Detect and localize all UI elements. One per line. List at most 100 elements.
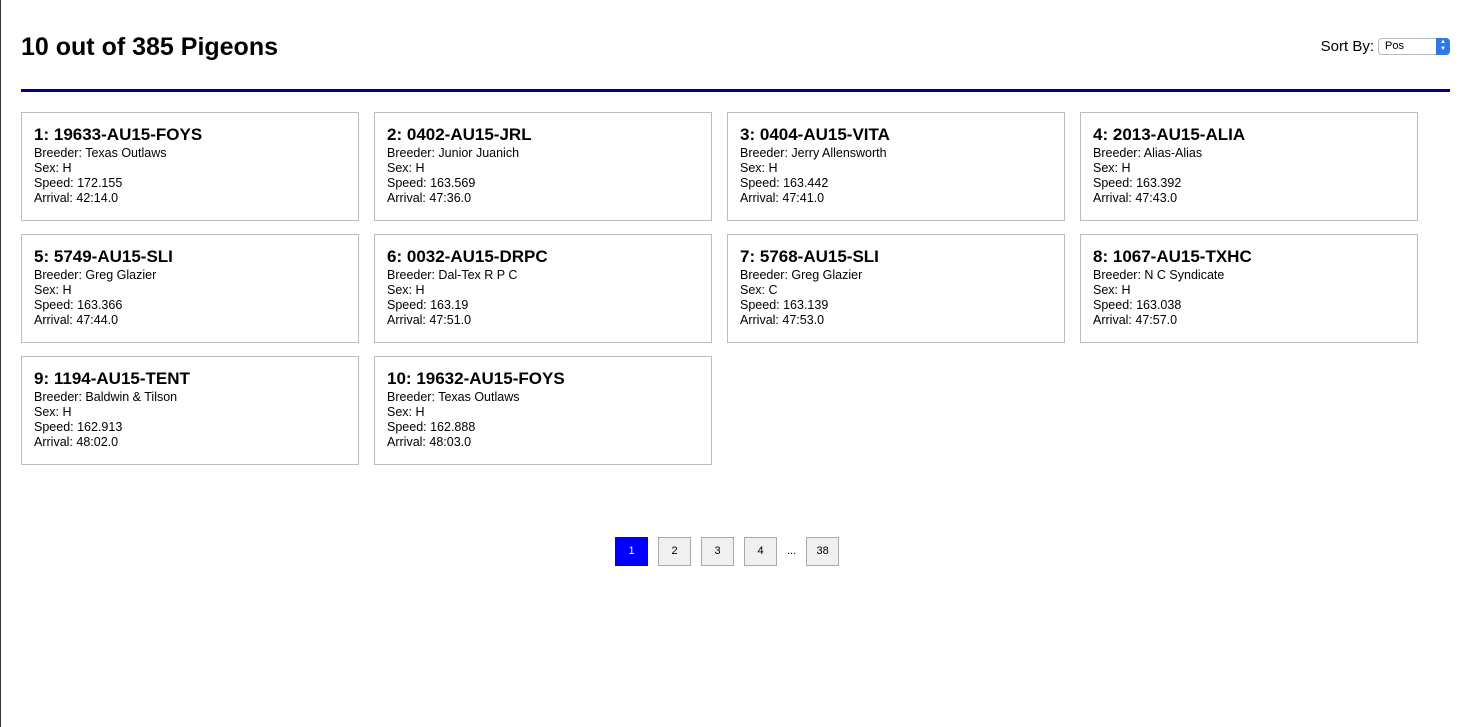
speed-value: 172.155 bbox=[77, 176, 123, 190]
arrival-line: Arrival: 47:44.0 bbox=[34, 313, 346, 328]
arrival-value: 48:03.0 bbox=[429, 435, 472, 449]
breeder-line: Breeder: Greg Glazier bbox=[740, 268, 1052, 283]
page-button-4[interactable]: 4 bbox=[744, 537, 777, 566]
sex-label: Sex: bbox=[740, 161, 769, 175]
sex-line: Sex: H bbox=[34, 405, 346, 420]
pigeon-card[interactable]: 10: 19632-AU15-FOYS Breeder: Texas Outlaw… bbox=[374, 356, 712, 465]
sex-value: C bbox=[768, 283, 778, 297]
title-separator: : bbox=[396, 247, 407, 266]
page-button-1[interactable]: 1 bbox=[615, 537, 648, 566]
sex-line: Sex: H bbox=[34, 161, 346, 176]
speed-line: Speed: 163.442 bbox=[740, 176, 1052, 191]
pigeon-card[interactable]: 5: 5749-AU15-SLI Breeder: Greg Glazier Sex… bbox=[21, 234, 359, 343]
pigeon-card[interactable]: 1: 19633-AU15-FOYS Breeder: Texas Outlaws… bbox=[21, 112, 359, 221]
sex-value: H bbox=[768, 161, 778, 175]
pigeon-band: 19633-AU15-FOYS bbox=[53, 125, 203, 144]
pigeon-band: 1067-AU15-TXHC bbox=[1112, 247, 1252, 266]
pigeon-title: 4: 2013-AU15-ALIA bbox=[1093, 125, 1405, 145]
sort-select[interactable]: Pos ▲ ▼ bbox=[1378, 38, 1450, 55]
sex-line: Sex: H bbox=[387, 161, 699, 176]
breeder-value: Junior Juanich bbox=[438, 146, 520, 160]
sex-label: Sex: bbox=[1093, 161, 1122, 175]
speed-value: 163.442 bbox=[783, 176, 829, 190]
sex-line: Sex: H bbox=[740, 161, 1052, 176]
breeder-value: Dal-Tex R P C bbox=[438, 268, 518, 282]
breeder-label: Breeder: bbox=[740, 146, 792, 160]
speed-value: 162.888 bbox=[430, 420, 476, 434]
title-separator: : bbox=[749, 125, 760, 144]
pigeon-title: 9: 1194-AU15-TENT bbox=[34, 369, 346, 389]
pigeon-band: 5749-AU15-SLI bbox=[53, 247, 173, 266]
breeder-line: Breeder: Alias-Alias bbox=[1093, 146, 1405, 161]
pigeon-card[interactable]: 4: 2013-AU15-ALIA Breeder: Alias-Alias Sex… bbox=[1080, 112, 1418, 221]
breeder-value: Jerry Allensworth bbox=[791, 146, 887, 160]
arrival-label: Arrival: bbox=[387, 313, 430, 327]
pagination: 1 2 3 4... 38 bbox=[615, 537, 849, 566]
pigeon-title: 10: 19632-AU15-FOYS bbox=[387, 369, 699, 389]
select-arrows-icon: ▲ ▼ bbox=[1436, 38, 1450, 55]
sex-label: Sex: bbox=[740, 283, 769, 297]
breeder-label: Breeder: bbox=[740, 268, 792, 282]
breeder-label: Breeder: bbox=[387, 390, 439, 404]
arrival-line: Arrival: 47:57.0 bbox=[1093, 313, 1405, 328]
arrival-value: 47:43.0 bbox=[1135, 191, 1178, 205]
speed-label: Speed: bbox=[34, 176, 78, 190]
sex-label: Sex: bbox=[34, 161, 63, 175]
page-button-3[interactable]: 3 bbox=[701, 537, 734, 566]
speed-label: Speed: bbox=[1093, 298, 1137, 312]
pigeon-card[interactable]: 9: 1194-AU15-TENT Breeder: Baldwin & Tils… bbox=[21, 356, 359, 465]
arrival-value: 47:53.0 bbox=[782, 313, 825, 327]
page-button-last[interactable]: 38 bbox=[806, 537, 840, 566]
sex-label: Sex: bbox=[34, 405, 63, 419]
arrival-value: 48:02.0 bbox=[76, 435, 119, 449]
pigeon-band: 19632-AU15-FOYS bbox=[416, 369, 565, 388]
arrival-label: Arrival: bbox=[387, 435, 430, 449]
speed-value: 163.19 bbox=[430, 298, 469, 312]
sex-value: H bbox=[415, 405, 425, 419]
pigeon-title: 3: 0404-AU15-VITA bbox=[740, 125, 1052, 145]
sort-control: Sort By: Pos ▲ ▼ bbox=[1321, 38, 1450, 55]
speed-line: Speed: 163.392 bbox=[1093, 176, 1405, 191]
breeder-line: Breeder: Texas Outlaws bbox=[34, 146, 346, 161]
pigeon-card[interactable]: 3: 0404-AU15-VITA Breeder: Jerry Allenswo… bbox=[727, 112, 1065, 221]
pigeon-card[interactable]: 6: 0032-AU15-DRPC Breeder: Dal-Tex R P CS… bbox=[374, 234, 712, 343]
sex-line: Sex: H bbox=[34, 283, 346, 298]
pigeon-title: 2: 0402-AU15-JRL bbox=[387, 125, 699, 145]
speed-line: Speed: 162.913 bbox=[34, 420, 346, 435]
breeder-line: Breeder: Dal-Tex R P C bbox=[387, 268, 699, 283]
speed-label: Speed: bbox=[740, 176, 784, 190]
sex-line: Sex: H bbox=[387, 283, 699, 298]
sex-value: H bbox=[62, 405, 72, 419]
breeder-line: Breeder: N C Syndicate bbox=[1093, 268, 1405, 283]
pigeon-band: 5768-AU15-SLI bbox=[759, 247, 879, 266]
pigeon-card[interactable]: 7: 5768-AU15-SLI Breeder: Greg Glazier Sex… bbox=[727, 234, 1065, 343]
arrival-value: 47:51.0 bbox=[429, 313, 472, 327]
arrival-line: Arrival: 47:41.0 bbox=[740, 191, 1052, 206]
speed-value: 163.038 bbox=[1136, 298, 1182, 312]
breeder-label: Breeder: bbox=[34, 268, 86, 282]
title-separator: : bbox=[1102, 125, 1113, 144]
speed-label: Speed: bbox=[1093, 176, 1137, 190]
arrival-value: 42:14.0 bbox=[76, 191, 119, 205]
title-separator: : bbox=[1102, 247, 1113, 266]
sort-selected-value: Pos bbox=[1385, 40, 1404, 52]
breeder-value: Alias-Alias bbox=[1143, 146, 1203, 160]
page-button-2[interactable]: 2 bbox=[658, 537, 691, 566]
pigeon-card[interactable]: 2: 0402-AU15-JRL Breeder: Junior Juanich S… bbox=[374, 112, 712, 221]
arrival-label: Arrival: bbox=[34, 313, 77, 327]
arrival-value: 47:41.0 bbox=[782, 191, 825, 205]
speed-line: Speed: 162.888 bbox=[387, 420, 699, 435]
pigeon-title: 5: 5749-AU15-SLI bbox=[34, 247, 346, 267]
speed-value: 163.139 bbox=[783, 298, 829, 312]
arrival-line: Arrival: 48:02.0 bbox=[34, 435, 346, 450]
pigeon-band: 1194-AU15-TENT bbox=[53, 369, 190, 388]
sex-line: Sex: C bbox=[740, 283, 1052, 298]
breeder-value: N C Syndicate bbox=[1144, 268, 1225, 282]
sex-value: H bbox=[415, 161, 425, 175]
pigeon-band: 0032-AU15-DRPC bbox=[406, 247, 548, 266]
speed-line: Speed: 163.038 bbox=[1093, 298, 1405, 313]
pigeon-card[interactable]: 8: 1067-AU15-TXHC Breeder: N C Syndicate S… bbox=[1080, 234, 1418, 343]
arrival-label: Arrival: bbox=[740, 313, 783, 327]
pigeon-title: 7: 5768-AU15-SLI bbox=[740, 247, 1052, 267]
arrival-line: Arrival: 48:03.0 bbox=[387, 435, 699, 450]
